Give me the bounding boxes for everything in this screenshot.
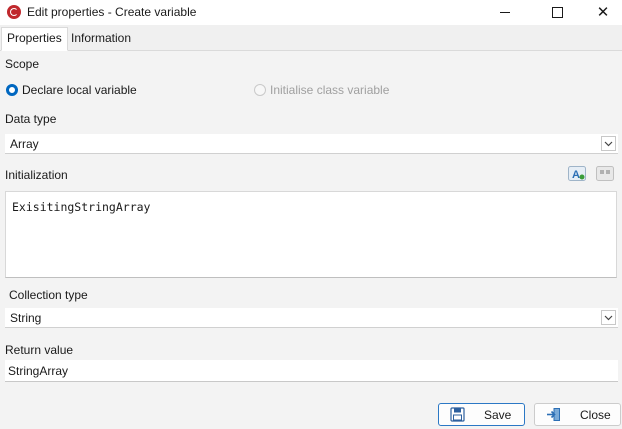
title-bar: Edit properties - Create variable ✕ [0,0,622,25]
collection-type-select[interactable]: String [5,308,618,328]
close-window-button[interactable]: ✕ [580,0,622,25]
close-button-label: Close [580,408,611,422]
tab-properties[interactable]: Properties [1,27,68,51]
collection-type-value: String [10,311,42,325]
return-value-label: Return value [5,343,74,357]
dialog-footer: Save Close [0,394,622,429]
data-type-label: Data type [5,112,57,126]
declare-local-radio[interactable] [6,84,18,96]
close-button[interactable]: Close [534,403,621,426]
tab-bar: Properties Information [0,25,622,51]
app-logo-icon [7,5,21,19]
close-icon: ✕ [596,4,610,21]
data-type-value: Array [10,137,39,151]
window-title: Edit properties - Create variable [27,5,197,19]
scope-label: Scope [5,57,40,71]
expression-editor-icon[interactable]: A [568,166,586,181]
return-value-text: StringArray [8,364,69,378]
chevron-down-icon[interactable] [601,136,616,151]
minimize-button[interactable] [482,0,528,25]
exit-arrow-icon [546,407,561,422]
collection-type-label: Collection type [9,288,88,302]
maximize-icon [551,7,563,18]
string-literal-icon [596,166,614,181]
initialise-class-label: Initialise class variable [270,83,390,97]
save-button-label: Save [484,408,512,422]
properties-panel: Scope Declare local variable Initialise … [0,51,622,394]
tab-information[interactable]: Information [66,28,136,49]
initialization-code-editor[interactable]: ExisitingStringArray [5,191,617,278]
data-type-select[interactable]: Array [5,134,618,154]
declare-local-label[interactable]: Declare local variable [22,83,137,97]
initialization-code: ExisitingStringArray [12,200,151,214]
maximize-button[interactable] [534,0,580,25]
svg-text:A: A [572,169,580,181]
save-button[interactable]: Save [438,403,525,426]
return-value-input[interactable]: StringArray [5,360,618,382]
initialise-class-radio [254,84,266,96]
initialization-label: Initialization [5,168,68,182]
chevron-down-icon[interactable] [601,310,616,325]
floppy-disk-icon [450,407,465,422]
minimize-icon [500,12,510,13]
